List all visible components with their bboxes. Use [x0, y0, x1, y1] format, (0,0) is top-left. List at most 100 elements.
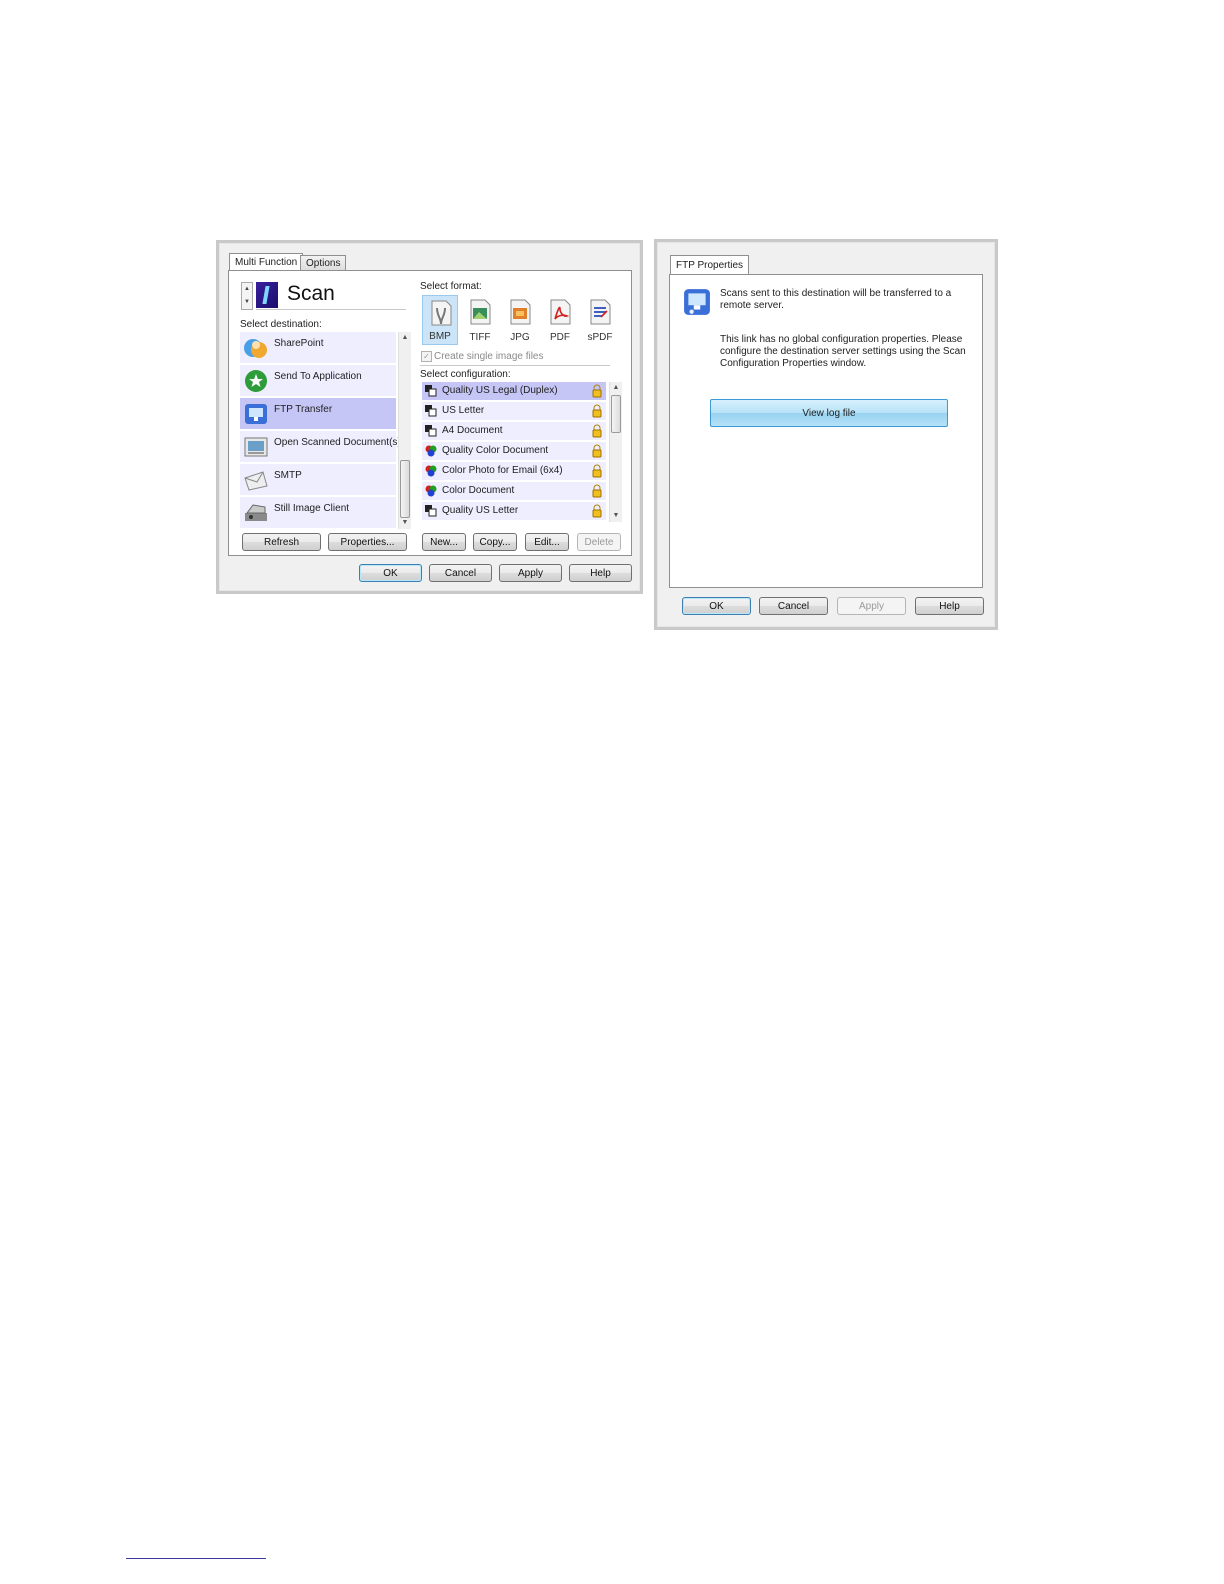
properties-button[interactable]: Properties...: [328, 533, 407, 551]
select-format-label: Select format:: [420, 281, 482, 292]
refresh-button[interactable]: Refresh: [242, 533, 321, 551]
send-to-application-icon: [245, 370, 267, 392]
configuration-label: Color Document: [442, 485, 515, 496]
bw-config-icon: [425, 425, 437, 437]
tab-multi-function[interactable]: Multi Function: [229, 253, 304, 271]
bw-config-icon: [425, 505, 437, 517]
format-label: BMP: [429, 331, 451, 342]
scan-dialog: Multi Function Options ▲ ▼ Scan Select d…: [216, 240, 643, 594]
mode-title: Scan: [287, 282, 335, 305]
help-button[interactable]: Help: [569, 564, 632, 582]
pdf-file-icon: [550, 299, 571, 325]
copy-button[interactable]: Copy...: [473, 533, 517, 551]
lock-icon: [592, 504, 602, 518]
mode-spinner[interactable]: ▲ ▼: [241, 282, 253, 310]
destination-item-send-to-application[interactable]: Send To Application: [240, 365, 396, 398]
lock-icon: [592, 464, 602, 478]
scroll-up-icon[interactable]: ▲: [610, 383, 622, 393]
configuration-label: Quality US Letter: [442, 505, 519, 516]
configuration-note: This link has no global configuration pr…: [720, 334, 966, 369]
destination-label: Open Scanned Document(s): [274, 437, 401, 448]
lock-icon: [592, 444, 602, 458]
configuration-label: Quality Color Document: [442, 445, 549, 456]
bmp-file-icon: [431, 300, 452, 326]
scroll-thumb[interactable]: [611, 395, 621, 433]
bw-config-icon: [425, 385, 437, 397]
configuration-item[interactable]: US Letter: [422, 402, 606, 422]
spdf-file-icon: [590, 299, 611, 325]
scroll-down-icon[interactable]: ▼: [610, 511, 622, 521]
configuration-label: Color Photo for Email (6x4): [442, 465, 563, 476]
configuration-item[interactable]: Color Photo for Email (6x4): [422, 462, 606, 482]
help-button[interactable]: Help: [915, 597, 984, 615]
configuration-item[interactable]: Quality US Legal (Duplex): [422, 382, 606, 402]
ftp-properties-dialog: FTP Properties Scans sent to this destin…: [654, 239, 998, 630]
edit-button[interactable]: Edit...: [525, 533, 569, 551]
create-single-image-label: Create single image files: [434, 351, 544, 362]
multi-function-panel: ▲ ▼ Scan Select destination: SharePoint …: [228, 270, 632, 556]
configuration-item[interactable]: Quality US Letter: [422, 502, 606, 522]
format-jpg[interactable]: JPG: [502, 295, 538, 345]
destination-item-ftp-transfer[interactable]: FTP Transfer: [240, 398, 396, 431]
destination-label: Still Image Client: [274, 503, 350, 514]
configuration-scrollbar[interactable]: ▲ ▼: [609, 382, 622, 522]
cancel-button[interactable]: Cancel: [759, 597, 828, 615]
lock-icon: [592, 384, 602, 398]
configuration-item[interactable]: Color Document: [422, 482, 606, 502]
select-destination-label: Select destination:: [240, 319, 322, 330]
destination-label: SharePoint: [274, 338, 324, 349]
destination-scrollbar[interactable]: ▲ ▼: [398, 332, 411, 529]
spinner-down-icon[interactable]: ▼: [242, 296, 252, 309]
color-config-icon: [425, 445, 437, 457]
configuration-label: US Letter: [442, 405, 485, 416]
destination-list[interactable]: SharePoint Send To Application FTP Trans…: [240, 332, 411, 530]
format-bmp[interactable]: BMP: [422, 295, 458, 345]
jpg-file-icon: [510, 299, 531, 325]
select-configuration-label: Select configuration:: [420, 369, 511, 380]
destination-label: Send To Application: [274, 371, 362, 382]
ok-button[interactable]: OK: [682, 597, 751, 615]
format-tiff[interactable]: TIFF: [462, 295, 498, 345]
color-config-icon: [425, 465, 437, 477]
format-label: PDF: [550, 332, 570, 343]
footnote-rule: [126, 1558, 266, 1559]
mode-separator: [256, 309, 406, 310]
tab-ftp-properties[interactable]: FTP Properties: [670, 255, 750, 275]
configuration-label: Quality US Legal (Duplex): [442, 385, 558, 396]
configuration-item[interactable]: A4 Document: [422, 422, 606, 442]
ftp-transfer-icon: [684, 289, 710, 315]
destination-item-smtp[interactable]: SMTP: [240, 464, 396, 497]
new-button[interactable]: New...: [422, 533, 466, 551]
ftp-transfer-icon: [245, 404, 267, 424]
view-log-file-button[interactable]: View log file: [710, 399, 948, 427]
ok-button[interactable]: OK: [359, 564, 422, 582]
cancel-button[interactable]: Cancel: [429, 564, 492, 582]
format-pdf[interactable]: PDF: [542, 295, 578, 345]
format-spdf[interactable]: sPDF: [582, 295, 618, 345]
scan-mode-icon: [256, 282, 278, 308]
lock-icon: [592, 404, 602, 418]
sharepoint-icon: [244, 339, 267, 358]
configuration-item[interactable]: Quality Color Document: [422, 442, 606, 462]
tab-options[interactable]: Options: [300, 255, 347, 271]
create-single-image-checkbox[interactable]: ✓: [421, 351, 432, 362]
bw-config-icon: [425, 405, 437, 417]
apply-button[interactable]: Apply: [499, 564, 562, 582]
configuration-label: A4 Document: [442, 425, 503, 436]
ftp-properties-panel: Scans sent to this destination will be t…: [669, 274, 983, 588]
open-document-icon: [244, 437, 268, 457]
destination-item-sharepoint[interactable]: SharePoint: [240, 332, 396, 365]
color-config-icon: [425, 485, 437, 497]
scroll-up-icon[interactable]: ▲: [399, 333, 411, 343]
lock-icon: [592, 484, 602, 498]
format-label: TIFF: [469, 332, 491, 343]
scroll-down-icon[interactable]: ▼: [399, 518, 411, 528]
destination-item-open-scanned-documents[interactable]: Open Scanned Document(s): [240, 431, 401, 464]
apply-button[interactable]: Apply: [837, 597, 906, 615]
configuration-list[interactable]: Quality US Legal (Duplex) US Letter A4 D…: [422, 382, 622, 522]
format-label: sPDF: [587, 332, 613, 343]
destination-item-still-image-client[interactable]: Still Image Client: [240, 497, 396, 530]
scroll-thumb[interactable]: [400, 460, 410, 518]
delete-button[interactable]: Delete: [577, 533, 621, 551]
spinner-up-icon[interactable]: ▲: [242, 283, 252, 296]
